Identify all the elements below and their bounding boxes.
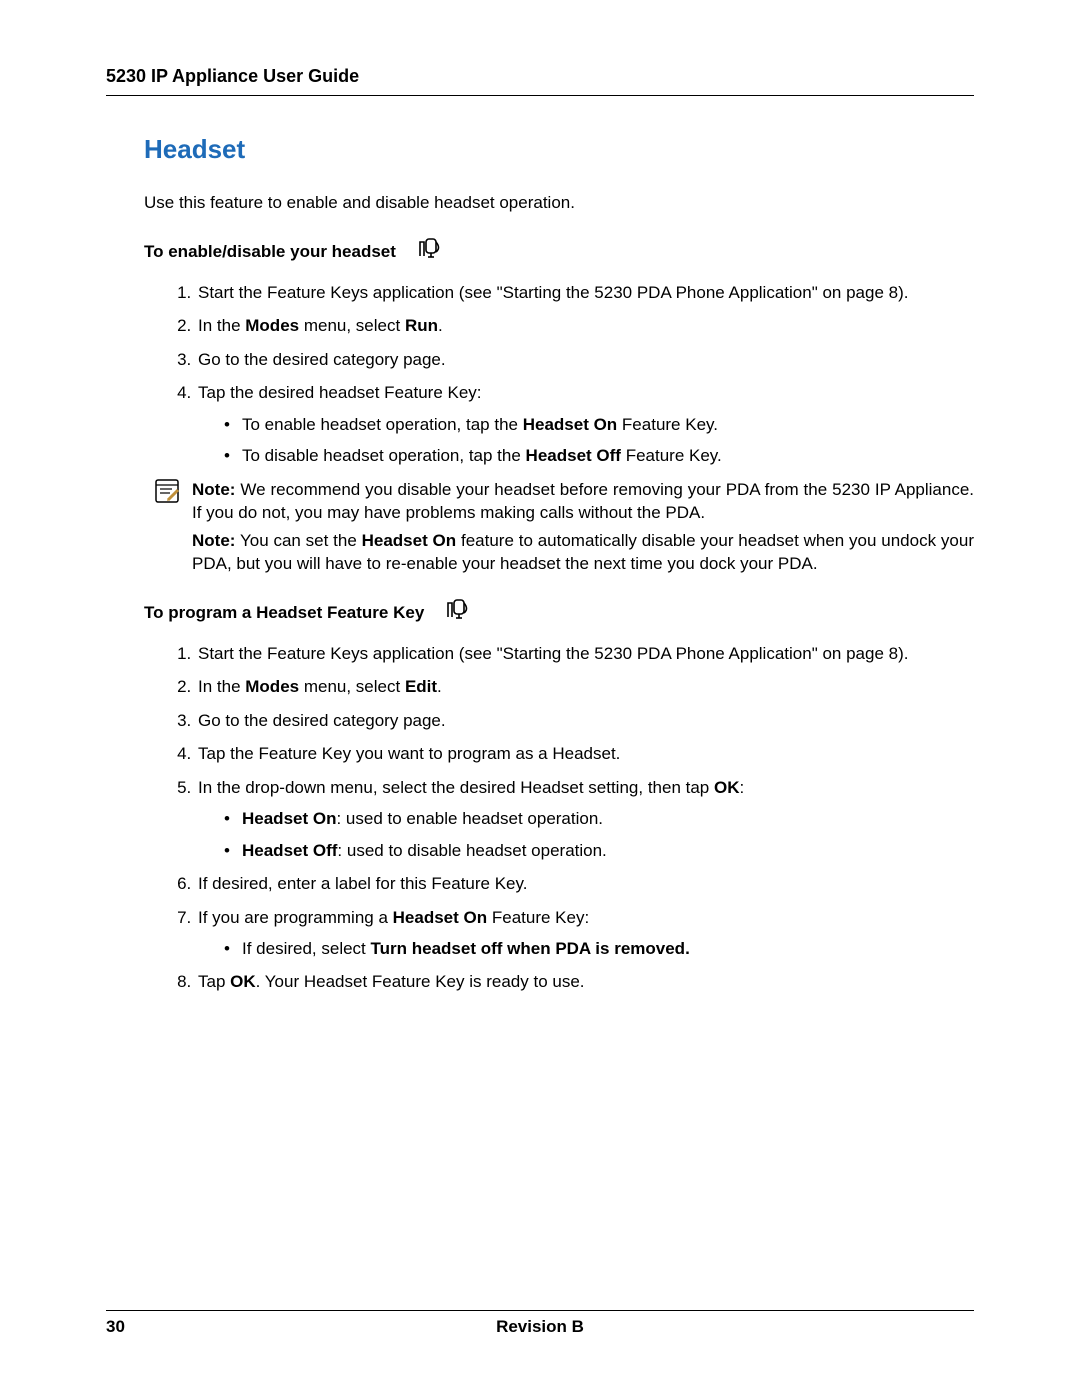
sub-bullets: Headset On: used to enable headset opera… [198, 807, 974, 862]
note-block: Note: We recommend you disable your head… [144, 478, 974, 576]
list-item: If you are programming a Headset On Feat… [196, 906, 974, 961]
list-item: In the drop-down menu, select the desire… [196, 776, 974, 862]
list-item: Tap OK. Your Headset Feature Key is read… [196, 970, 974, 993]
list-item: If desired, enter a label for this Featu… [196, 872, 974, 895]
list-item: To disable headset operation, tap the He… [224, 444, 974, 467]
running-header: 5230 IP Appliance User Guide [106, 66, 974, 96]
footer-revision: Revision B [106, 1317, 974, 1337]
headset-icon [442, 597, 472, 627]
list-item: In the Modes menu, select Run. [196, 314, 974, 337]
body-content: Use this feature to enable and disable h… [106, 191, 974, 994]
list-item: If desired, select Turn headset off when… [224, 937, 974, 960]
subheading-text: To enable/disable your headset [144, 240, 396, 263]
footer: Revision B 30 [106, 1310, 974, 1337]
note-paragraph-1: Note: We recommend you disable your head… [192, 478, 974, 525]
doc-title: 5230 IP Appliance User Guide [106, 66, 359, 86]
list-item: Tap the Feature Key you want to program … [196, 742, 974, 765]
document-page: 5230 IP Appliance User Guide Headset Use… [0, 0, 1080, 1397]
list-item: Headset Off: used to disable headset ope… [224, 839, 974, 862]
subheading-program-key: To program a Headset Feature Key [144, 597, 974, 627]
note-paragraph-2: Note: You can set the Headset On feature… [192, 529, 974, 576]
list-item: Tap the desired headset Feature Key: To … [196, 381, 974, 467]
headset-icon [414, 236, 444, 266]
list-item: Go to the desired category page. [196, 709, 974, 732]
steps-list-2: Start the Feature Keys application (see … [144, 642, 974, 994]
subheading-enable-disable: To enable/disable your headset [144, 236, 974, 266]
section-heading: Headset [106, 134, 974, 165]
note-icon [154, 478, 182, 576]
list-item: To enable headset operation, tap the Hea… [224, 413, 974, 436]
subheading-text: To program a Headset Feature Key [144, 601, 424, 624]
steps-list-1: Start the Feature Keys application (see … [144, 281, 974, 468]
list-item: Go to the desired category page. [196, 348, 974, 371]
list-item: Headset On: used to enable headset opera… [224, 807, 974, 830]
list-item: In the Modes menu, select Edit. [196, 675, 974, 698]
intro-paragraph: Use this feature to enable and disable h… [144, 191, 974, 214]
list-item: Start the Feature Keys application (see … [196, 281, 974, 304]
sub-bullets: To enable headset operation, tap the Hea… [198, 413, 974, 468]
sub-bullets: If desired, select Turn headset off when… [198, 937, 974, 960]
list-item: Start the Feature Keys application (see … [196, 642, 974, 665]
note-text: Note: We recommend you disable your head… [192, 478, 974, 576]
page-number: 30 [106, 1317, 125, 1337]
